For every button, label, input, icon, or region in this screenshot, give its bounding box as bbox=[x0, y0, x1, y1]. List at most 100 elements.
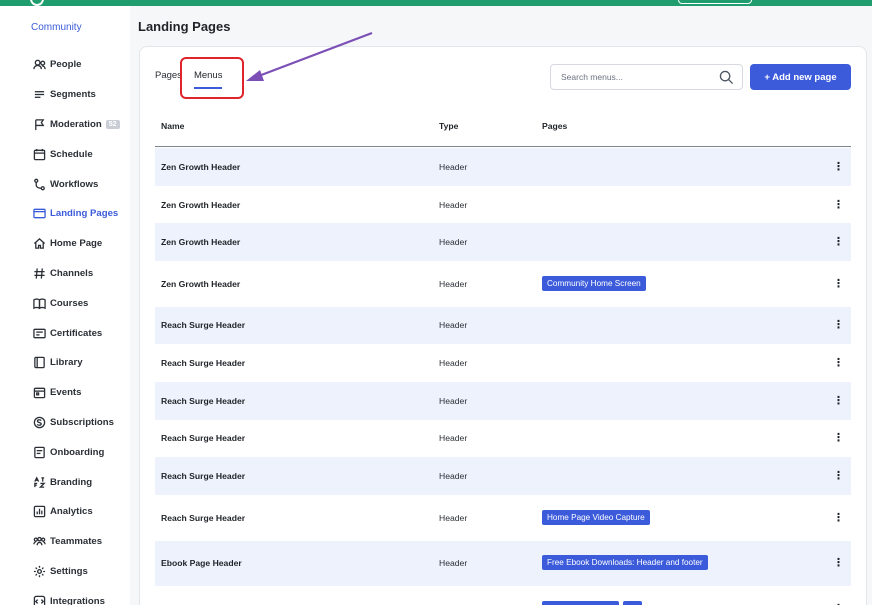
menu-name: Zen Growth Header bbox=[161, 237, 241, 248]
table-row[interactable]: Reach Surge Header Header ⋮ bbox=[155, 420, 851, 458]
column-header-name: Name bbox=[161, 121, 185, 131]
table-row[interactable]: Reach Surge Header Header ⋮ bbox=[155, 344, 851, 382]
community-link[interactable]: Community bbox=[31, 22, 82, 33]
sidebar-item-workflows[interactable]: Workflows bbox=[27, 169, 123, 199]
sidebar-item-label: Subscriptions bbox=[50, 416, 114, 428]
sidebar-item-label: Landing Pages bbox=[50, 208, 119, 220]
sidebar-item-onboarding[interactable]: Onboarding bbox=[27, 437, 123, 467]
menu-type: Header bbox=[439, 558, 468, 569]
more-actions-icon[interactable]: ⋮ bbox=[833, 318, 844, 331]
analytics-icon bbox=[32, 505, 46, 519]
sidebar-item-label: Onboarding bbox=[50, 446, 105, 458]
menu-name: Reach Surge Header bbox=[161, 471, 246, 482]
pages-cell: Mass Membership+1 bbox=[542, 600, 643, 605]
sidebar: Community People Segments Moderation 52 Sche… bbox=[0, 6, 130, 605]
pages-cell: Home Page Video Capture bbox=[542, 509, 650, 525]
sidebar-item-integrations[interactable]: Integrations bbox=[27, 586, 123, 605]
sidebar-item-people[interactable]: People bbox=[27, 50, 123, 80]
table-row[interactable]: Zen Growth Header Header ⋮ bbox=[155, 186, 851, 224]
branding-icon bbox=[32, 475, 46, 489]
book-open-icon bbox=[32, 296, 46, 310]
menu-name: Reach Surge Header bbox=[161, 433, 246, 444]
sidebar-item-branding[interactable]: Branding bbox=[27, 467, 123, 497]
menu-type: Header bbox=[439, 161, 468, 172]
sidebar-item-label: Integrations bbox=[50, 595, 105, 605]
people-icon bbox=[32, 58, 46, 72]
sidebar-item-events[interactable]: Events bbox=[27, 378, 123, 408]
column-header-pages: Pages bbox=[542, 121, 568, 131]
page-tag[interactable]: Home Page Video Capture bbox=[542, 509, 650, 525]
sidebar-item-certificates[interactable]: Certificates bbox=[27, 318, 123, 348]
sidebar-item-channels[interactable]: Channels bbox=[27, 259, 123, 289]
moderation-count-badge: 52 bbox=[105, 119, 120, 129]
sidebar-item-moderation[interactable]: Moderation 52 bbox=[27, 110, 123, 140]
subscription-icon bbox=[32, 415, 46, 429]
menu-type: Header bbox=[439, 199, 468, 210]
add-new-page-button[interactable]: + Add new page bbox=[750, 64, 851, 90]
more-actions-icon[interactable]: ⋮ bbox=[833, 469, 844, 482]
more-actions-icon[interactable]: ⋮ bbox=[833, 235, 844, 248]
sidebar-item-label: Segments bbox=[50, 89, 96, 101]
top-bar-button[interactable] bbox=[678, 0, 752, 4]
page-tag[interactable]: +1 bbox=[622, 600, 643, 605]
sidebar-item-segments[interactable]: Segments bbox=[27, 80, 123, 110]
sidebar-item-home-page[interactable]: Home Page bbox=[27, 229, 123, 259]
more-actions-icon[interactable]: ⋮ bbox=[833, 198, 844, 211]
flag-icon bbox=[32, 117, 46, 131]
sidebar-item-label: Workflows bbox=[50, 178, 99, 190]
sidebar-item-library[interactable]: Library bbox=[27, 348, 123, 378]
window-icon bbox=[32, 207, 46, 221]
menu-type: Header bbox=[439, 237, 468, 248]
page-tag[interactable]: Mass Membership bbox=[542, 600, 619, 605]
more-actions-icon[interactable]: ⋮ bbox=[833, 356, 844, 369]
sidebar-item-settings[interactable]: Settings bbox=[27, 557, 123, 587]
pages-cell: Community Home Screen bbox=[542, 275, 646, 291]
menu-name: Zen Growth Header bbox=[161, 199, 241, 210]
table-row[interactable]: Zen Growth Header Header ⋮ bbox=[155, 223, 851, 262]
table-row[interactable]: Reach Surge Header Header ⋮ bbox=[155, 381, 851, 420]
sidebar-nav: People Segments Moderation 52 Schedule Workfl… bbox=[27, 50, 123, 605]
table-row[interactable]: Zen Growth Header Header ⋮ bbox=[155, 148, 851, 186]
menus-card: Pages Menus + Add new page Name Type Pag… bbox=[139, 46, 867, 605]
sidebar-item-label: Library bbox=[50, 357, 83, 369]
sidebar-item-label: People bbox=[50, 59, 82, 71]
more-actions-icon[interactable]: ⋮ bbox=[833, 160, 844, 173]
pages-cell: Free Ebook Downloads: Header and footer bbox=[542, 555, 708, 571]
more-actions-icon[interactable]: ⋮ bbox=[833, 394, 844, 407]
menu-type: Header bbox=[439, 278, 468, 289]
table-row[interactable]: Mail HeaderHeaderMass Membership+1⋮ bbox=[155, 586, 851, 605]
search-box[interactable] bbox=[550, 64, 743, 90]
search-input[interactable] bbox=[561, 72, 711, 82]
more-actions-icon[interactable]: ⋮ bbox=[833, 511, 844, 524]
sidebar-item-label: Teammates bbox=[50, 536, 103, 548]
search-icon[interactable] bbox=[719, 70, 734, 85]
menu-name: Reach Surge Header bbox=[161, 395, 246, 406]
sidebar-item-teammates[interactable]: Teammates bbox=[27, 527, 123, 557]
table-row[interactable]: Reach Surge Header Header Home Page Video … bbox=[155, 495, 851, 541]
table-row[interactable]: Ebook Page Header Header Free Ebook Downlo… bbox=[155, 540, 851, 586]
more-actions-icon[interactable]: ⋮ bbox=[833, 556, 844, 569]
sidebar-item-label: Channels bbox=[50, 267, 94, 279]
teammates-icon bbox=[32, 535, 46, 549]
tab-pages[interactable]: Pages bbox=[155, 70, 182, 81]
top-bar bbox=[0, 0, 872, 6]
library-icon bbox=[32, 356, 46, 370]
sidebar-item-subscriptions[interactable]: Subscriptions bbox=[27, 408, 123, 438]
sidebar-item-schedule[interactable]: Schedule bbox=[27, 139, 123, 169]
more-actions-icon[interactable]: ⋮ bbox=[833, 431, 844, 444]
sidebar-item-courses[interactable]: Courses bbox=[27, 288, 123, 318]
sidebar-item-label: Events bbox=[50, 387, 82, 399]
tab-menus[interactable]: Menus bbox=[193, 70, 222, 89]
table-row[interactable]: Reach Surge Header Header ⋮ bbox=[155, 306, 851, 345]
sidebar-item-label: Analytics bbox=[50, 506, 93, 518]
sidebar-item-analytics[interactable]: Analytics bbox=[27, 497, 123, 527]
page-tag[interactable]: Free Ebook Downloads: Header and footer bbox=[542, 555, 708, 571]
page-tag[interactable]: Community Home Screen bbox=[542, 275, 646, 291]
more-actions-icon[interactable]: ⋮ bbox=[833, 277, 844, 290]
sidebar-item-landing-pages[interactable]: Landing Pages bbox=[27, 198, 123, 229]
menu-type: Header bbox=[439, 471, 468, 482]
menus-table: Zen Growth Header Header ⋮ Zen Growth Heade… bbox=[155, 148, 851, 605]
table-row[interactable]: Zen Growth Header Header Community Home Sc… bbox=[155, 261, 851, 307]
table-row[interactable]: Reach Surge Header Header ⋮ bbox=[155, 457, 851, 495]
menu-name: Reach Surge Header bbox=[161, 512, 246, 523]
